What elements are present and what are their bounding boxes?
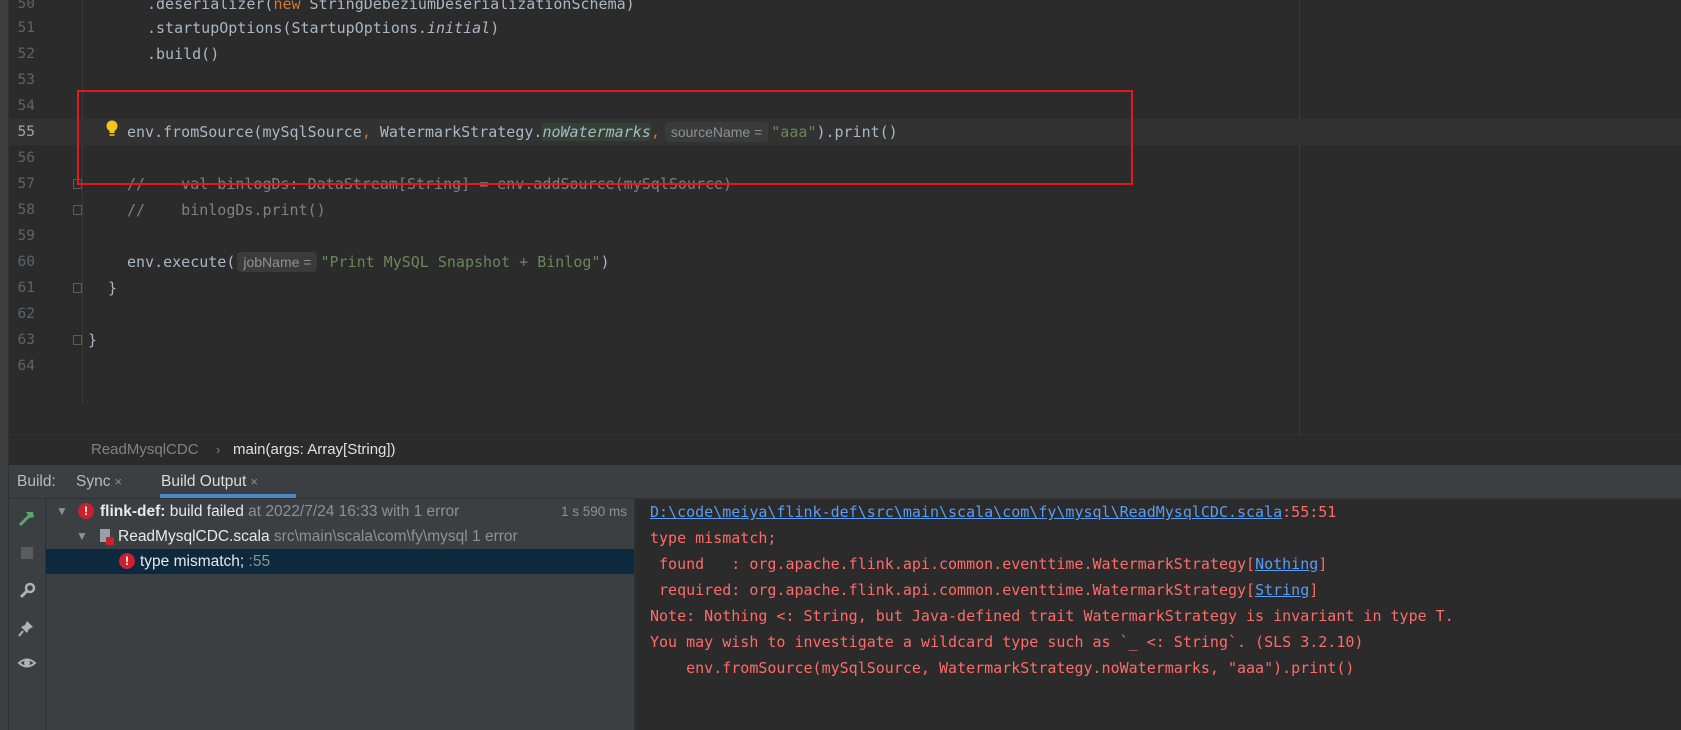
eye-icon[interactable] <box>17 653 37 678</box>
breadcrumb-file[interactable]: ReadMysqlCDC <box>91 435 199 465</box>
breadcrumb-method[interactable]: main(args: Array[String]) <box>233 435 396 465</box>
code-line-64[interactable]: 64 <box>9 353 1681 379</box>
build-toolbar <box>9 499 46 730</box>
line-number: 56 <box>17 150 35 166</box>
fold-marker-icon[interactable] <box>73 205 82 215</box>
file-location-link[interactable]: D:\code\meiya\flink-def\src\main\scala\c… <box>650 503 1282 521</box>
error-icon: ! <box>78 503 94 519</box>
left-tool-strip <box>0 0 9 730</box>
code-line-58[interactable]: 58 // binlogDs.print() <box>9 197 1681 223</box>
breadcrumb-separator: › <box>216 442 221 457</box>
console-source: env.fromSource(mySqlSource, WatermarkStr… <box>650 659 1355 677</box>
stop-icon[interactable] <box>17 543 37 568</box>
code-line-51[interactable]: 51 .startupOptions(StartupOptions.initia… <box>9 15 1681 41</box>
type-link-nothing[interactable]: Nothing <box>1255 555 1318 573</box>
line-number: 64 <box>17 358 35 374</box>
line-number: 61 <box>17 280 35 296</box>
error-entry: type mismatch; :55 <box>140 553 271 570</box>
code-text: env.execute(jobName = "Print MySQL Snapsh… <box>127 252 610 272</box>
line-number: 62 <box>17 306 35 322</box>
console-note: Note: Nothing <: String, but Java-define… <box>650 607 1454 625</box>
tab-sync[interactable]: Sync × <box>76 465 122 498</box>
annotation-highlight-box <box>77 90 1133 185</box>
code-line-59[interactable]: 59 <box>9 223 1681 249</box>
build-label: Build: <box>17 473 56 490</box>
param-hint-jobname: jobName = <box>237 252 318 272</box>
build-console[interactable]: D:\code\meiya\flink-def\src\main\scala\c… <box>635 499 1681 730</box>
console-found: found : org.apache.flink.api.common.even… <box>650 555 1328 573</box>
pin-icon[interactable] <box>17 619 37 644</box>
error-icon: ! <box>119 553 135 569</box>
console-hint: You may wish to investigate a wildcard t… <box>650 633 1364 651</box>
build-status: flink-def: build failed at 2022/7/24 16:… <box>100 503 460 520</box>
line-number: 53 <box>17 72 35 88</box>
wrench-icon[interactable] <box>17 581 37 606</box>
chevron-down-icon[interactable]: ▼ <box>56 499 68 524</box>
tree-row-project[interactable]: ▼ ! flink-def: build failed at 2022/7/24… <box>46 499 634 524</box>
console-required: required: org.apache.flink.api.common.ev… <box>650 581 1319 599</box>
code-text: } <box>88 331 98 349</box>
code-text: .build() <box>147 45 220 63</box>
line-number: 60 <box>17 254 35 270</box>
file-entry: ReadMysqlCDC.scala src\main\scala\com\fy… <box>118 528 518 545</box>
type-link-string[interactable]: String <box>1255 581 1309 599</box>
line-number: 55 <box>17 124 35 140</box>
code-line-52[interactable]: 52 .build() <box>9 41 1681 67</box>
chevron-down-icon[interactable]: ▼ <box>76 524 88 549</box>
build-tree: ▼ ! flink-def: build failed at 2022/7/24… <box>46 499 634 730</box>
build-duration: 1 s 590 ms <box>561 504 628 519</box>
line-number: 59 <box>17 228 35 244</box>
console-location: D:\code\meiya\flink-def\src\main\scala\c… <box>650 503 1337 521</box>
line-number: 63 <box>17 332 35 348</box>
tree-row-file[interactable]: ▼ ReadMysqlCDC.scala src\main\scala\com\… <box>46 524 634 549</box>
line-number: 51 <box>17 20 35 36</box>
hammer-icon[interactable] <box>17 509 37 534</box>
code-line-63[interactable]: 63 } <box>9 327 1681 353</box>
line-number: 52 <box>17 46 35 62</box>
console-line: type mismatch; <box>650 529 777 547</box>
code-line-60[interactable]: 60 env.execute(jobName = "Print MySQL Sna… <box>9 249 1681 275</box>
close-icon[interactable]: × <box>114 474 122 489</box>
code-comment: // binlogDs.print() <box>127 201 326 219</box>
code-line-61[interactable]: 61 } <box>9 275 1681 301</box>
active-tab-indicator <box>160 494 296 498</box>
fold-marker-icon[interactable] <box>73 283 82 293</box>
line-number: 54 <box>17 98 35 114</box>
fold-marker-icon[interactable] <box>73 335 82 345</box>
close-icon[interactable]: × <box>250 474 258 489</box>
code-text: .startupOptions(StartupOptions.initial) <box>147 19 500 37</box>
tree-row-error[interactable]: ! type mismatch; :55 <box>46 549 634 574</box>
line-number: 57 <box>17 176 35 192</box>
line-number: 58 <box>17 202 35 218</box>
breadcrumb: ReadMysqlCDC › main(args: Array[String]) <box>9 434 1681 465</box>
code-text: } <box>108 279 118 297</box>
code-editor[interactable]: 50 .deserializer(new StringDebeziumDeser… <box>9 0 1681 434</box>
build-tool-header: Build: Sync × Build Output × <box>9 465 1681 499</box>
code-line-62[interactable]: 62 <box>9 301 1681 327</box>
